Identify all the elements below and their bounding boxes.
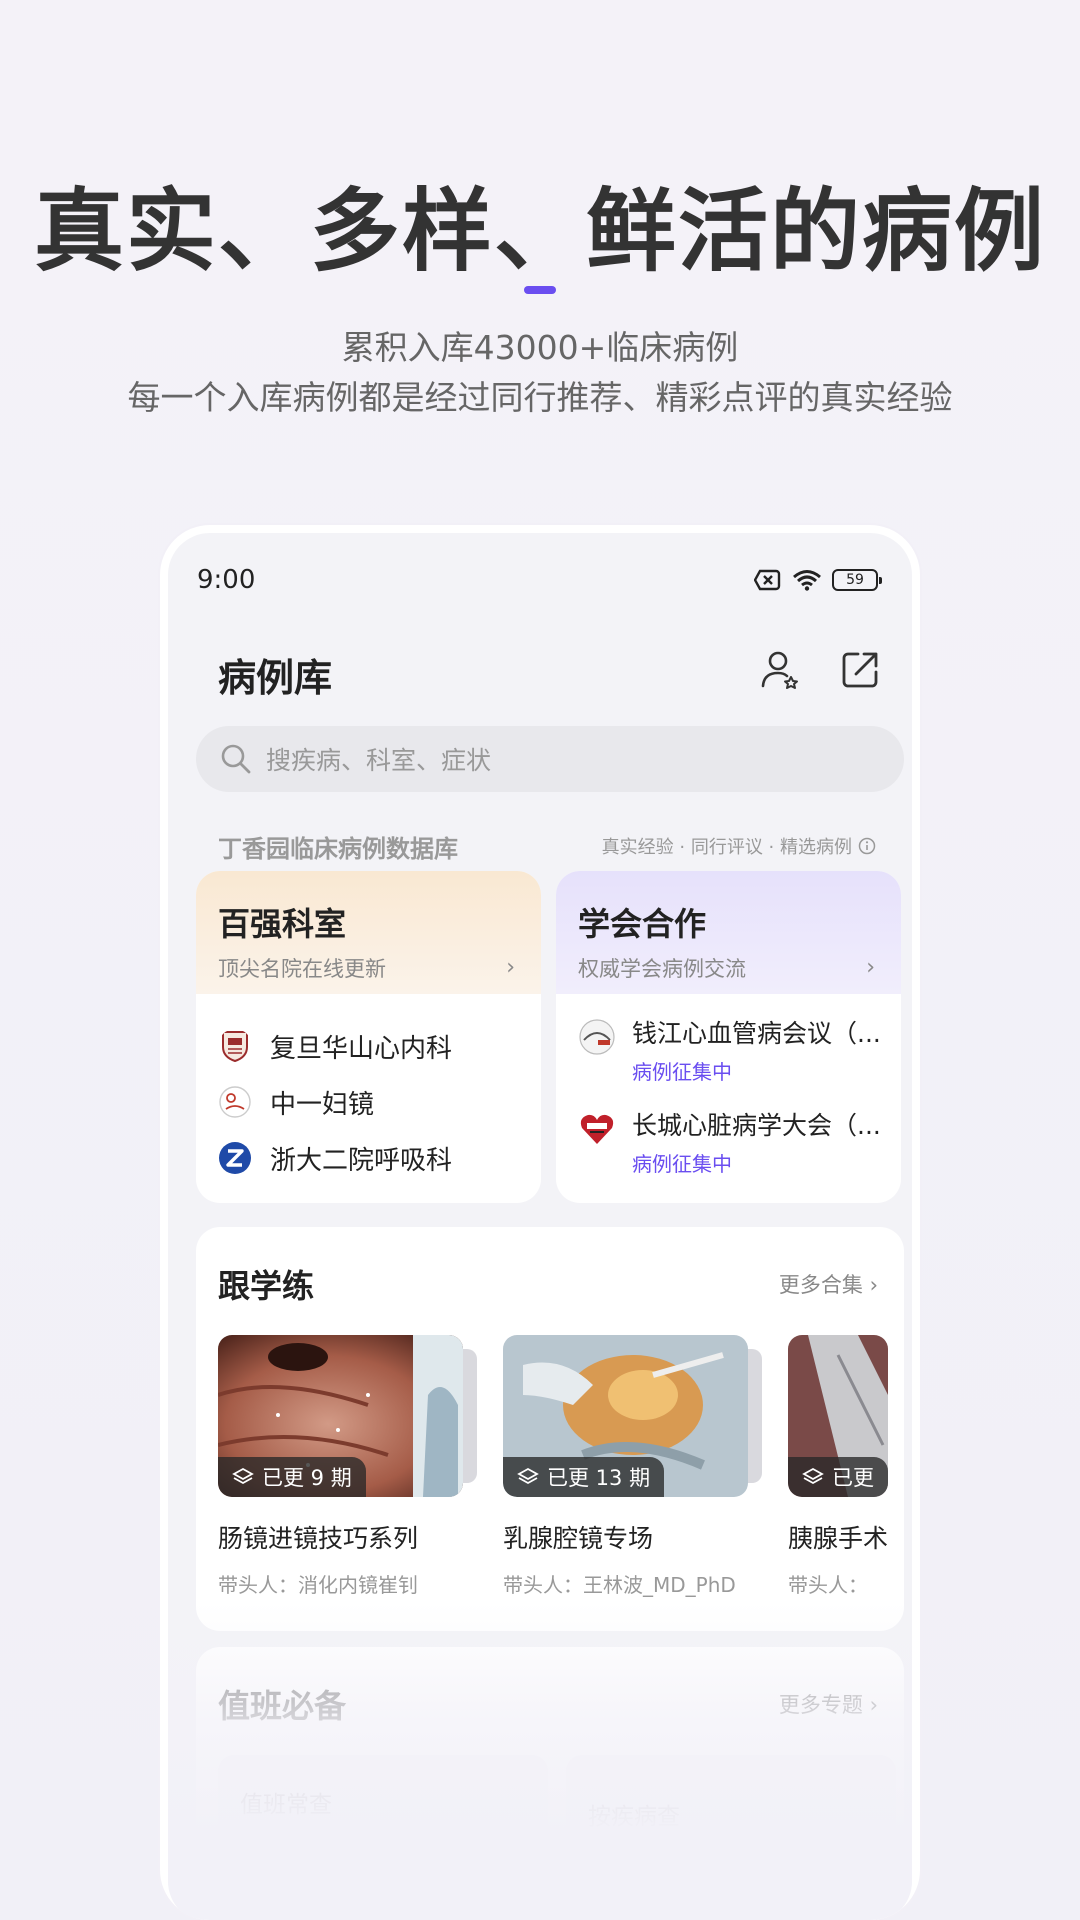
zhongyi-logo (219, 1086, 251, 1118)
phone-frame: 9:00 59 病例库 搜疾病、科室、症状 丁香园临床病例数据库 真实经验 · … (160, 525, 920, 1920)
video-lead: 带头人： (788, 1573, 868, 1597)
no-sim-icon (754, 569, 781, 591)
department-item[interactable]: 浙大二院呼吸科 (196, 1130, 541, 1186)
update-count-text: 已更 (832, 1466, 874, 1490)
layers-icon (802, 1467, 824, 1485)
video-title: 乳腺腔镜专场 (503, 1524, 654, 1553)
follow-learn-title: 跟学练 (218, 1267, 315, 1305)
database-title: 丁香园临床病例数据库 (218, 834, 458, 863)
top-departments-title: 百强科室 (218, 905, 347, 943)
association-list: 钱江心血管病会议（... 病例征集中 长城心脏病学大会（... 病例征集中 (556, 994, 901, 1198)
stack-edge (463, 1349, 477, 1483)
department-name: 浙大二院呼吸科 (270, 1145, 453, 1176)
phone-screen: 9:00 59 病例库 搜疾病、科室、症状 丁香园临床病例数据库 真实经验 · … (168, 533, 912, 1920)
department-item[interactable]: 复旦华山心内科 (196, 1018, 541, 1074)
layers-icon (232, 1467, 254, 1485)
battery-icon: 59 (832, 569, 882, 591)
great-wall-logo (580, 1114, 614, 1144)
video-title: 胰腺手术 (788, 1524, 888, 1553)
top-departments-card[interactable]: 百强科室 顶尖名院在线更新 › 复旦华山心内科 中一妇镜 浙大二院呼吸科 (196, 871, 541, 1203)
department-name: 中一妇镜 (270, 1089, 375, 1120)
status-icons: 59 (754, 569, 882, 591)
promo-subline-2: 每一个入库病例都是经过同行推荐、精彩点评的真实经验 (127, 378, 953, 417)
info-icon (858, 837, 876, 855)
association-tag: 病例征集中 (632, 1060, 732, 1084)
database-tags-text: 真实经验 · 同行评议 · 精选病例 (601, 837, 852, 858)
associations-subtitle: 权威学会病例交流 (578, 957, 746, 981)
update-count-text: 已更 9 期 (262, 1466, 352, 1490)
top-departments-subtitle: 顶尖名院在线更新 (218, 957, 386, 981)
association-name: 长城心脏病学大会（... (632, 1111, 881, 1140)
more-topics-link[interactable]: 更多专题 › (779, 1689, 878, 1719)
chevron-right-icon: › (866, 955, 875, 980)
search-input[interactable]: 搜疾病、科室、症状 (196, 726, 904, 792)
user-star-icon[interactable] (758, 648, 802, 692)
association-name: 钱江心血管病会议（... (632, 1019, 881, 1048)
department-name: 复旦华山心内科 (270, 1033, 453, 1064)
video-title: 肠镜进镜技巧系列 (218, 1524, 419, 1553)
status-time: 9:00 (197, 565, 256, 595)
association-item[interactable]: 钱江心血管病会议（... 病例征集中 (556, 1014, 901, 1106)
department-item[interactable]: 中一妇镜 (196, 1074, 541, 1130)
promo-subline-1: 累积入库43000+临床病例 (341, 328, 739, 367)
accent-bar (524, 286, 556, 294)
qianjiang-logo (579, 1019, 615, 1055)
search-placeholder: 搜疾病、科室、症状 (266, 746, 492, 775)
more-collections-link[interactable]: 更多合集 › (779, 1269, 878, 1299)
video-lead: 带头人：王林波_MD_PhD (503, 1573, 736, 1597)
wifi-icon (793, 570, 821, 591)
associations-card[interactable]: 学会合作 权威学会病例交流 › 钱江心血管病会议（... 病例征集中 长城心脏病… (556, 871, 901, 1203)
promo-headline: 真实、多样、鲜活的病例 (34, 179, 1046, 284)
chevron-right-icon: › (506, 955, 515, 980)
page-title: 病例库 (218, 656, 333, 700)
zheda-erhyuan-logo (219, 1142, 251, 1174)
on-duty-section: 值班必备 更多专题 › 值班常查 按疾病查 (196, 1647, 904, 1920)
share-icon[interactable] (838, 648, 882, 692)
video-collection-card[interactable]: 已更 9 期 肠镜进镜技巧系列 带头人：消化内镜崔钊 (218, 1335, 477, 1598)
video-lead: 带头人：消化内镜崔钊 (218, 1573, 418, 1597)
database-tags[interactable]: 真实经验 · 同行评议 · 精选病例 (602, 833, 876, 859)
stack-edge (748, 1349, 762, 1483)
fudan-huashan-logo (222, 1031, 248, 1063)
update-count-badge: 已更 9 期 (218, 1457, 366, 1497)
more-collections-label: 更多合集 (778, 1273, 863, 1297)
associations-header[interactable]: 学会合作 权威学会病例交流 › (556, 871, 901, 994)
follow-learn-section: 跟学练 更多合集 › 已更 9 期 肠镜进镜技巧系列 带头人：消化内镜崔钊 已更… (196, 1227, 904, 1631)
association-tag: 病例征集中 (632, 1152, 732, 1176)
update-count-badge: 已更 (788, 1457, 888, 1497)
video-thumbnail: 已更 (788, 1335, 888, 1497)
department-list: 复旦华山心内科 中一妇镜 浙大二院呼吸科 (196, 994, 541, 1186)
top-departments-header[interactable]: 百强科室 顶尖名院在线更新 › (196, 871, 541, 994)
on-duty-card[interactable]: 值班常查 (218, 1755, 548, 1865)
video-collection-card[interactable]: 已更 13 期 乳腺腔镜专场 带头人：王林波_MD_PhD (503, 1335, 762, 1598)
layers-icon (517, 1467, 539, 1485)
association-item[interactable]: 长城心脏病学大会（... 病例征集中 (556, 1106, 901, 1198)
video-thumbnail: 已更 9 期 (218, 1335, 463, 1497)
on-duty-card[interactable]: 按疾病查 (566, 1755, 896, 1865)
video-thumbnail: 已更 13 期 (503, 1335, 748, 1497)
on-duty-title: 值班必备 (218, 1687, 347, 1725)
update-count-badge: 已更 13 期 (503, 1457, 665, 1497)
associations-title: 学会合作 (578, 905, 707, 943)
update-count-text: 已更 13 期 (547, 1466, 651, 1490)
video-collection-card[interactable]: 已更 胰腺手术 带头人： (788, 1335, 888, 1598)
search-icon (221, 744, 251, 774)
more-topics-label: 更多专题 (778, 1693, 863, 1717)
